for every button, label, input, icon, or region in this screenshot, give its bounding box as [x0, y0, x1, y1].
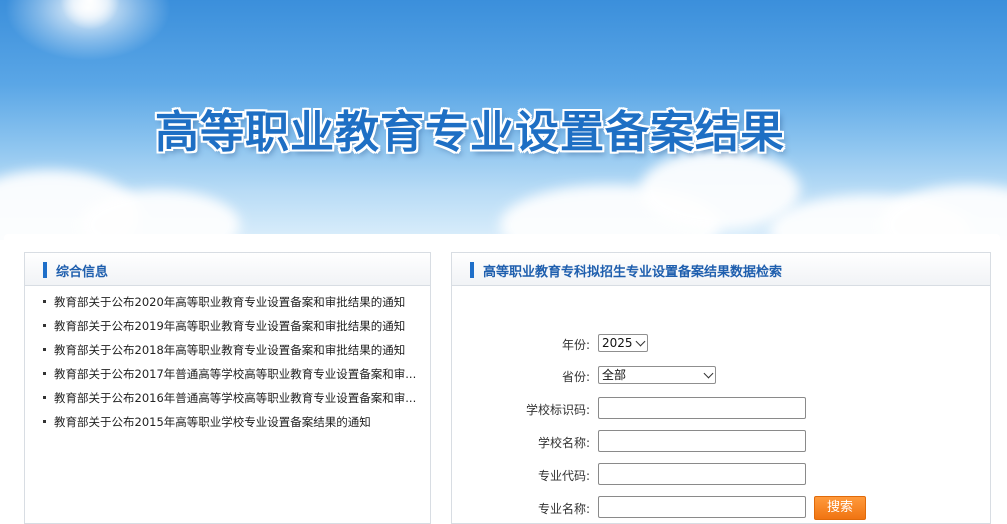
province-select[interactable]: 全部 [598, 366, 716, 384]
bullet-icon [43, 396, 46, 399]
province-label: 省份: [561, 370, 590, 384]
school-name-input[interactable] [598, 430, 806, 452]
list-item[interactable]: 教育部关于公布2020年高等职业教育专业设置备案和审批结果的通知 [25, 294, 424, 318]
major-name-input[interactable] [598, 496, 806, 518]
chevron-down-icon [635, 336, 646, 347]
province-row: 省份: 全部 [452, 364, 990, 388]
list-item[interactable]: 教育部关于公布2019年高等职业教育专业设置备案和审批结果的通知 [25, 318, 424, 342]
site-title: 高等职业教育专业设置备案结果 [155, 107, 785, 158]
header-banner: 高等职业教育专业设置备案结果 [0, 0, 1007, 240]
chevron-down-icon [703, 368, 714, 379]
header-accent-bar [470, 262, 474, 278]
major-name-label: 专业名称: [537, 502, 590, 516]
notice-link[interactable]: 教育部关于公布2018年高等职业教育专业设置备案和审批结果的通知 [54, 343, 405, 357]
list-item[interactable]: 教育部关于公布2018年高等职业教育专业设置备案和审批结果的通知 [25, 342, 424, 366]
notice-link[interactable]: 教育部关于公布2020年高等职业教育专业设置备案和审批结果的通知 [54, 295, 405, 309]
notice-link[interactable]: 教育部关于公布2017年普通高等学校高等职业教育专业设置备案和审... [54, 367, 416, 381]
bullet-icon [43, 348, 46, 351]
bullet-icon [43, 372, 46, 375]
year-label: 年份: [561, 338, 590, 352]
school-name-row: 学校名称: [452, 430, 990, 454]
search-button[interactable]: 搜索 [814, 496, 866, 520]
sun-glare [60, 0, 120, 30]
bullet-icon [43, 324, 46, 327]
province-select-value: 全部 [602, 368, 627, 382]
major-code-label: 专业代码: [537, 469, 590, 483]
year-select[interactable]: 2025 [598, 334, 648, 352]
notice-link[interactable]: 教育部关于公布2015年高等职业学校专业设置备案结果的通知 [54, 415, 371, 429]
header-accent-bar [43, 262, 47, 278]
bullet-icon [43, 300, 46, 303]
notice-list: 教育部关于公布2020年高等职业教育专业设置备案和审批结果的通知 教育部关于公布… [25, 286, 430, 438]
major-code-row: 专业代码: [452, 463, 990, 487]
school-id-label: 学校标识码: [525, 403, 590, 417]
year-select-value: 2025 [602, 336, 633, 350]
major-code-input[interactable] [598, 463, 806, 485]
list-item[interactable]: 教育部关于公布2017年普通高等学校高等职业教育专业设置备案和审... [25, 366, 424, 390]
notice-link[interactable]: 教育部关于公布2019年高等职业教育专业设置备案和审批结果的通知 [54, 319, 405, 333]
search-panel-header: 高等职业教育专科拟招生专业设置备案结果数据检索 [452, 253, 990, 286]
school-id-row: 学校标识码: [452, 397, 990, 421]
search-panel: 高等职业教育专科拟招生专业设置备案结果数据检索 年份: 2025 省份: 全部 … [451, 252, 991, 524]
cloud [880, 185, 1007, 240]
main-content: 综合信息 教育部关于公布2020年高等职业教育专业设置备案和审批结果的通知 教育… [4, 234, 1000, 524]
info-panel: 综合信息 教育部关于公布2020年高等职业教育专业设置备案和审批结果的通知 教育… [24, 252, 431, 524]
info-panel-header: 综合信息 [25, 253, 430, 286]
school-id-input[interactable] [598, 397, 806, 419]
bullet-icon [43, 420, 46, 423]
info-panel-title: 综合信息 [56, 265, 109, 280]
search-panel-title: 高等职业教育专科拟招生专业设置备案结果数据检索 [483, 265, 783, 280]
year-row: 年份: 2025 [452, 332, 990, 356]
list-item[interactable]: 教育部关于公布2016年普通高等学校高等职业教育专业设置备案和审... [25, 390, 424, 414]
notice-link[interactable]: 教育部关于公布2016年普通高等学校高等职业教育专业设置备案和审... [54, 391, 416, 405]
major-name-row: 专业名称: 搜索 [452, 496, 990, 520]
list-item[interactable]: 教育部关于公布2015年高等职业学校专业设置备案结果的通知 [25, 414, 424, 438]
school-name-label: 学校名称: [537, 436, 590, 450]
